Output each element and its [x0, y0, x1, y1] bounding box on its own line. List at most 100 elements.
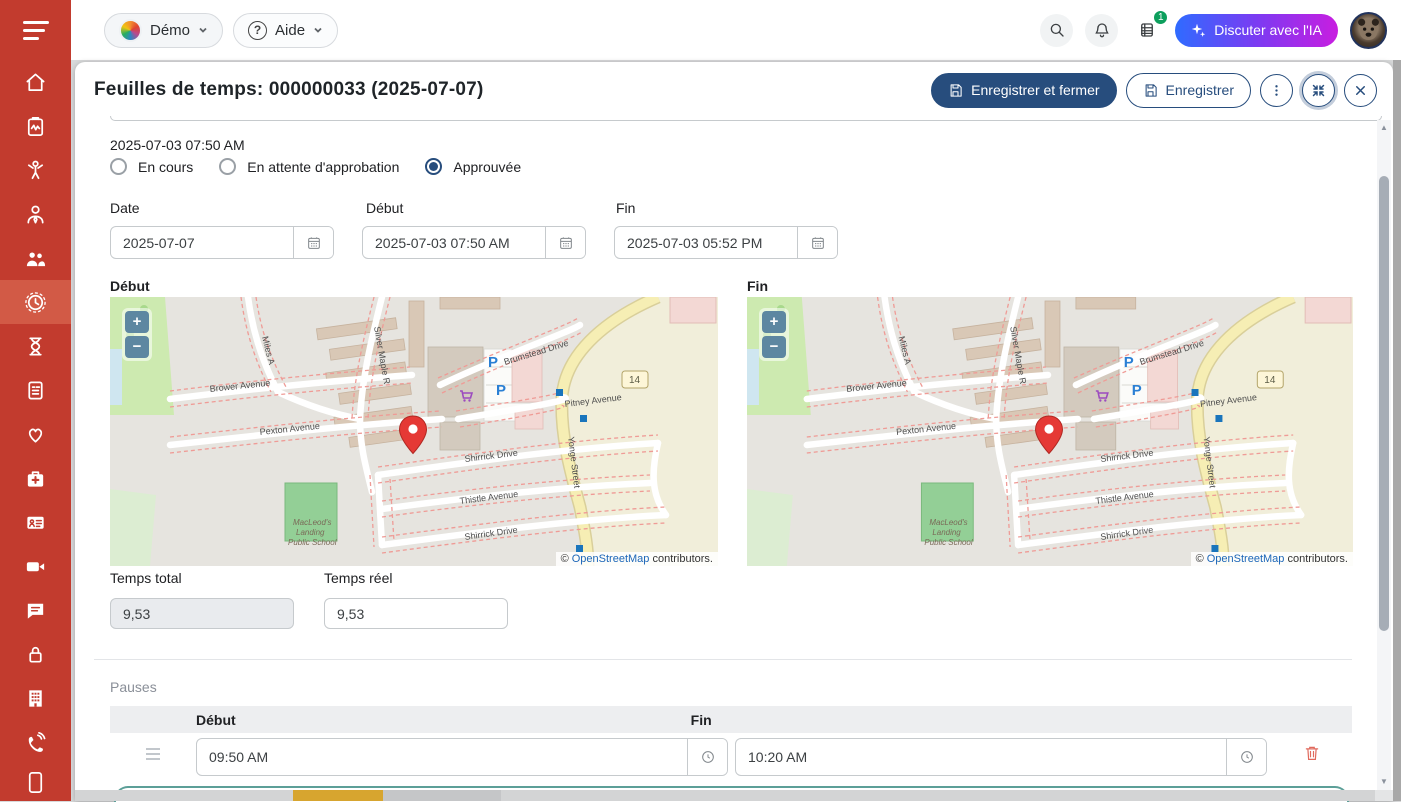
openstreetmap-canvas[interactable]: P P 14 Miles A Silver Maple R Brumstead …: [110, 297, 718, 566]
trash-icon: [1303, 744, 1321, 762]
workspace-selector[interactable]: Démo: [104, 13, 223, 48]
openstreetmap-canvas[interactable]: P P 14 Miles A Silver Maple R Brumstead …: [747, 297, 1353, 566]
sidebar-item-messages[interactable]: [0, 588, 71, 632]
pause-end-clock-button[interactable]: [1226, 739, 1266, 775]
openstreetmap-link[interactable]: OpenStreetMap: [1207, 553, 1285, 565]
map-end-label: Fin: [747, 278, 768, 294]
end-calendar-button[interactable]: [797, 227, 837, 258]
map-start[interactable]: + − © OpenStreetMap contributors.: [110, 297, 718, 566]
sidebar-item-idcards[interactable]: [0, 500, 71, 544]
kebab-menu-icon: [1269, 83, 1284, 98]
svg-text:MacLeod's: MacLeod's: [929, 518, 967, 527]
more-options-button[interactable]: [1260, 74, 1293, 107]
vscroll-thumb[interactable]: [1379, 176, 1389, 631]
chat-bubble-icon: [24, 599, 47, 622]
radio-en-attente[interactable]: En attente d'approbation: [219, 158, 399, 175]
chat-ai-button[interactable]: Discuter avec l'IA: [1175, 14, 1338, 47]
notifications-button[interactable]: [1085, 14, 1118, 47]
zoom-in-button[interactable]: +: [125, 311, 149, 333]
sidebar-item-calls[interactable]: [0, 720, 71, 764]
save-button[interactable]: Enregistrer: [1126, 73, 1251, 108]
map-attribution: © OpenStreetMap contributors.: [1191, 552, 1353, 566]
radio-approuvee[interactable]: Approuvée: [425, 158, 521, 175]
pauses-col-end: Fin: [691, 712, 712, 728]
timesheet-modal: Feuilles de temps: 000000033 (2025-07-07…: [75, 62, 1393, 801]
radio-en-cours[interactable]: En cours: [110, 158, 193, 175]
chevron-down-icon: [198, 25, 208, 35]
phone-icon: [24, 731, 47, 754]
sidebar-item-favorites[interactable]: [0, 412, 71, 456]
pause-start-input[interactable]: [197, 739, 687, 775]
pause-start-clock-button[interactable]: [687, 739, 727, 775]
sidebar-item-security[interactable]: [0, 632, 71, 676]
end-field: [614, 226, 838, 259]
hscroll-arrow[interactable]: [1375, 790, 1393, 801]
sidebar-item-company[interactable]: [0, 676, 71, 720]
sidebar-item-reports[interactable]: [0, 104, 71, 148]
topbar: Démo ? Aide 1 Discuter avec l'IA: [71, 0, 1401, 60]
sidebar-item-video[interactable]: [0, 544, 71, 588]
workspace-label: Démo: [150, 22, 190, 39]
building-icon: [24, 687, 47, 710]
notification-badge: 1: [1153, 10, 1168, 25]
hscroll-segment: [383, 790, 501, 801]
horizontal-scrollbar[interactable]: [75, 790, 1393, 801]
scroll-down-icon[interactable]: ▼: [1377, 776, 1391, 788]
vertical-scrollbar[interactable]: ▲ ▼: [1377, 120, 1391, 790]
pause-end-input[interactable]: [736, 739, 1226, 775]
clock-icon: [700, 749, 716, 765]
svg-text:P: P: [1132, 382, 1142, 399]
search-button[interactable]: [1040, 14, 1073, 47]
sidebar-item-hourglass[interactable]: [0, 324, 71, 368]
clipboard-pulse-icon: [24, 115, 47, 138]
help-menu[interactable]: ? Aide: [233, 13, 338, 48]
sidebar-item-medical[interactable]: [0, 456, 71, 500]
sidebar-item-timesheets[interactable]: [0, 280, 71, 324]
date-calendar-button[interactable]: [293, 227, 333, 258]
radio-dot: [110, 158, 127, 175]
end-input[interactable]: [615, 227, 797, 258]
openstreetmap-link[interactable]: OpenStreetMap: [572, 553, 650, 565]
start-input[interactable]: [363, 227, 545, 258]
chevron-down-icon: [313, 25, 323, 35]
sidebar-item-clients[interactable]: [0, 192, 71, 236]
row-drag-handle-icon[interactable]: [146, 748, 160, 760]
heart-icon: [24, 423, 47, 446]
svg-text:MacLeod's: MacLeod's: [293, 518, 331, 527]
zoom-out-button[interactable]: −: [762, 336, 786, 358]
close-button[interactable]: [1344, 74, 1377, 107]
svg-text:14: 14: [1264, 375, 1276, 386]
map-end[interactable]: + − © OpenStreetMap contributors.: [747, 297, 1353, 566]
hamburger-menu-icon[interactable]: [0, 0, 71, 60]
date-label: Date: [110, 200, 140, 216]
date-input[interactable]: [111, 227, 293, 258]
sidebar-item-devices[interactable]: [0, 764, 71, 786]
map-zoom-controls: + −: [122, 308, 152, 361]
document-icon: [24, 379, 47, 402]
start-calendar-button[interactable]: [545, 227, 585, 258]
collapse-button[interactable]: [1302, 74, 1335, 107]
modal-title: Feuilles de temps: 000000033 (2025-07-07…: [94, 79, 483, 101]
billing-button[interactable]: 1: [1130, 14, 1163, 47]
zoom-out-button[interactable]: −: [125, 336, 149, 358]
pauses-col-start: Début: [196, 712, 236, 728]
delete-pause-button[interactable]: [1303, 744, 1321, 762]
user-avatar[interactable]: [1350, 12, 1387, 49]
hscroll-thumb[interactable]: [293, 790, 383, 801]
zoom-in-button[interactable]: +: [762, 311, 786, 333]
close-icon: [1353, 83, 1368, 98]
scroll-up-icon[interactable]: ▲: [1377, 122, 1391, 134]
save-icon: [948, 83, 963, 98]
sidebar: [0, 0, 71, 801]
page-scrollbar[interactable]: [1393, 60, 1401, 801]
sidebar-item-children[interactable]: [0, 148, 71, 192]
sidebar-item-team[interactable]: [0, 236, 71, 280]
radio-dot: [425, 158, 442, 175]
total-time-input: [111, 599, 293, 628]
real-time-input[interactable]: [325, 599, 507, 628]
start-field: [362, 226, 586, 259]
sidebar-item-home[interactable]: [0, 60, 71, 104]
sidebar-item-invoices[interactable]: [0, 368, 71, 412]
save-and-close-button[interactable]: Enregistrer et fermer: [931, 73, 1116, 108]
help-label: Aide: [275, 22, 305, 39]
